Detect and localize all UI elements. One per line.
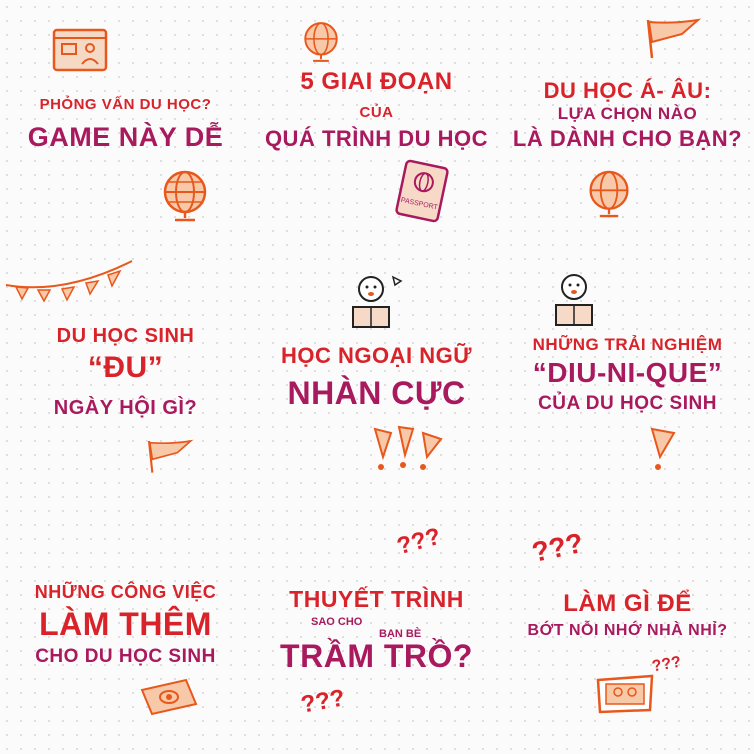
tile-title-line: CỦA xyxy=(359,104,394,121)
tile-title-line: CHO DU HỌC SINH xyxy=(35,646,216,667)
tile-title-line: LỰA CHỌN NÀO xyxy=(557,104,698,123)
tile-title-line: NHỮNG CÔNG VIỆC xyxy=(34,582,217,602)
tile-title-line: HỌC NGOẠI NGỮ xyxy=(281,343,472,368)
tile-interview[interactable]: PHỎNG VẤN DU HỌC? GAME NÀY DỄ xyxy=(0,0,251,251)
photo-frame-icon xyxy=(596,674,654,714)
tile-title-line: TRẦM TRỒ? xyxy=(280,638,473,674)
tile-title-line: LÀM THÊM xyxy=(39,606,212,642)
globe-icon xyxy=(163,170,207,222)
reading-student-icon xyxy=(555,274,593,326)
tile-title-line: BỚT NỖI NHỚ NHÀ NHỈ? xyxy=(527,622,728,639)
globe-icon xyxy=(304,22,338,62)
tile-title-line: LÀM GÌ ĐỂ xyxy=(563,590,692,617)
tile-title-line: SAO CHO xyxy=(311,616,363,628)
tile-title-line: LÀ DÀNH CHO BẠN? xyxy=(512,126,743,151)
banknote-icon xyxy=(140,678,198,716)
tile-title-line: “DIU-NI-QUE” xyxy=(532,357,723,388)
tile-homesick[interactable]: ??? LÀM GÌ ĐỂ BỚT NỖI NHỚ NHÀ NHỈ? ??? xyxy=(502,502,753,753)
exclamation-icon xyxy=(373,425,443,470)
question-marks-icon: ??? xyxy=(529,527,586,569)
question-marks-icon: ??? xyxy=(650,653,683,676)
tile-presentation[interactable]: ??? THUYẾT TRÌNH SAO CHO BẠN BÈ TRẦM TRỒ… xyxy=(251,502,502,753)
tile-title-line: NHỮNG TRẢI NGHIỆM xyxy=(532,335,723,354)
tile-title-line: DU HỌC SINH xyxy=(56,325,195,347)
tile-unique-experiences[interactable]: NHỮNG TRẢI NGHIỆM “DIU-NI-QUE” CỦA DU HỌ… xyxy=(502,251,753,502)
tile-title-line: CỦA DU HỌC SINH xyxy=(538,393,717,414)
tile-title-line: PHỎNG VẤN DU HỌC? xyxy=(39,96,212,113)
globe-icon xyxy=(589,170,629,218)
tile-language-learning[interactable]: HỌC NGOẠI NGỮ NHÀN CỰC xyxy=(251,251,502,502)
question-marks-icon: ??? xyxy=(298,684,347,719)
tile-part-time-jobs[interactable]: NHỮNG CÔNG VIỆC LÀM THÊM CHO DU HỌC SINH xyxy=(0,502,251,753)
tile-title-line: QUÁ TRÌNH DU HỌC xyxy=(264,126,489,151)
tile-asia-europe[interactable]: DU HỌC Á- ÂU: LỰA CHỌN NÀO LÀ DÀNH CHO B… xyxy=(502,0,753,251)
tile-title-line: THUYẾT TRÌNH xyxy=(289,586,464,612)
passport-icon: PASSPORT xyxy=(395,159,449,223)
flag-icon xyxy=(646,18,702,59)
tile-title-line: “ĐU” xyxy=(87,351,164,384)
tile-title-line: NGÀY HỘI GÌ? xyxy=(53,397,198,419)
bunting-icon xyxy=(5,260,133,303)
tile-title-line: GAME NÀY DỄ xyxy=(27,122,224,152)
tile-title-line: NHÀN CỰC xyxy=(287,375,466,411)
exclamation-icon xyxy=(650,427,676,470)
tile-title-line: 5 GIAI ĐOẠN xyxy=(300,68,453,95)
tile-study-stages[interactable]: 5 GIAI ĐOẠN CỦA QUÁ TRÌNH DU HỌC PASSPOR… xyxy=(251,0,502,251)
tile-title-line: DU HỌC Á- ÂU: xyxy=(543,78,712,103)
flag-icon xyxy=(147,439,194,473)
presentation-board-icon xyxy=(52,28,108,72)
reading-student-icon xyxy=(352,275,403,328)
question-marks-icon: ??? xyxy=(394,522,444,561)
tile-student-fair[interactable]: DU HỌC SINH “ĐU” NGÀY HỘI GÌ? xyxy=(0,251,251,502)
